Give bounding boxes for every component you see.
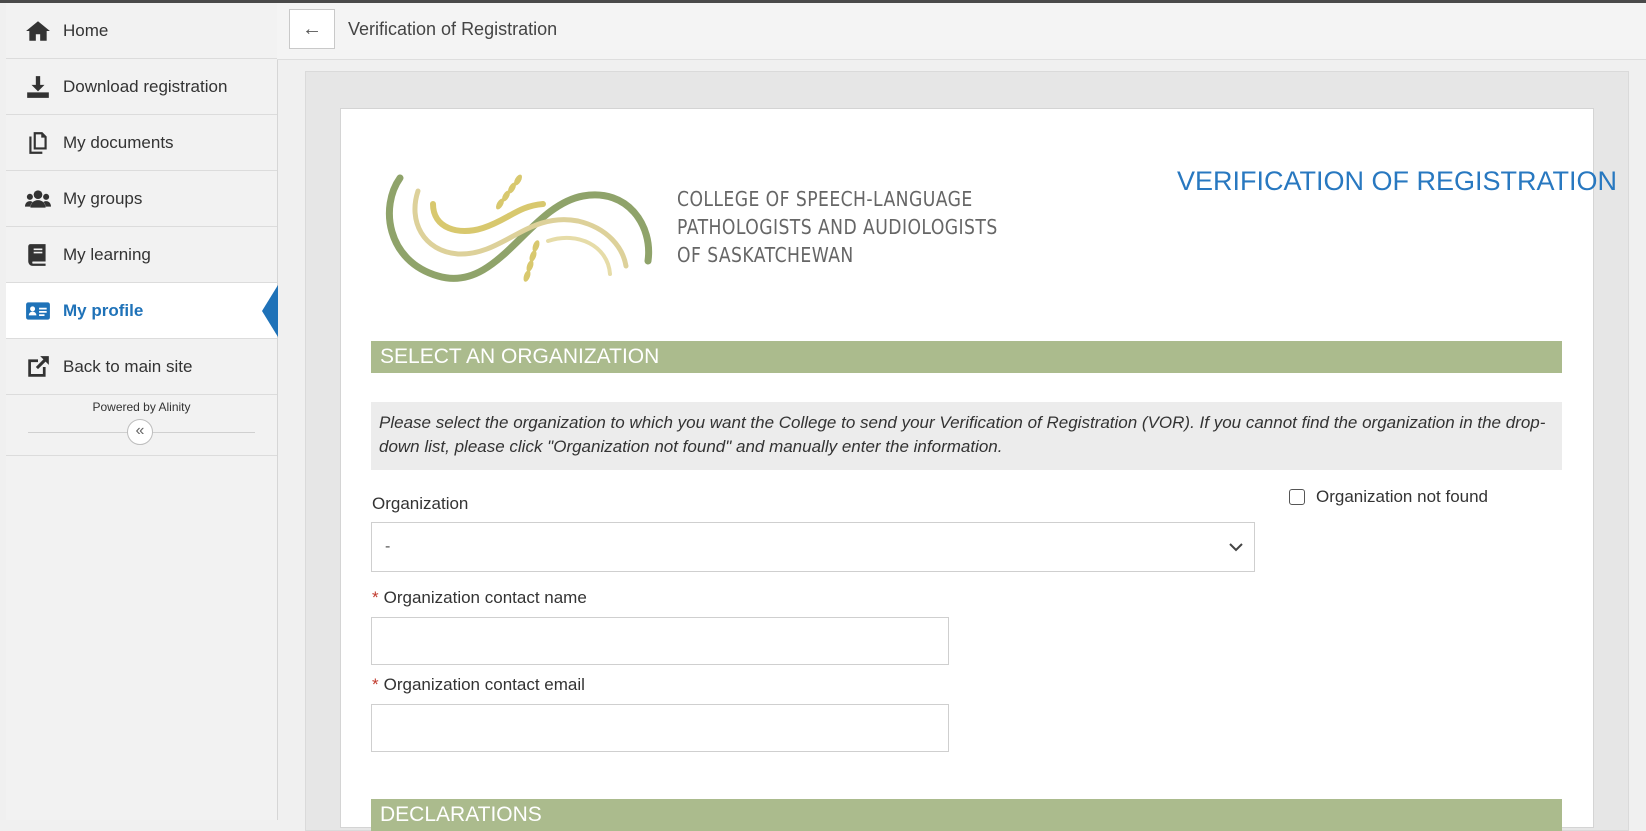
logo-line: College of Speech-Language <box>677 187 973 211</box>
required-marker: * <box>372 675 379 694</box>
download-icon <box>23 72 53 102</box>
sidebar: Home Download registration My documents … <box>6 3 278 820</box>
sidebar-item-back-to-main-site[interactable]: Back to main site <box>6 339 277 395</box>
contact-name-label: * Organization contact name <box>372 588 587 608</box>
chevron-down-icon <box>1229 543 1243 552</box>
college-logo-graphic <box>385 174 653 282</box>
home-icon <box>23 16 53 46</box>
organization-not-found-label: Organization not found <box>1316 487 1489 506</box>
contact-name-input[interactable] <box>371 617 949 665</box>
arrow-left-icon: ← <box>302 17 322 40</box>
sidebar-item-label: My profile <box>63 300 144 320</box>
sidebar-item-label: Download registration <box>63 76 228 96</box>
organization-not-found-checkbox[interactable] <box>1289 489 1305 505</box>
back-button[interactable]: ← <box>289 9 335 49</box>
page-header: ← Verification of Registration <box>277 3 1646 60</box>
collapse-sidebar-button[interactable]: « <box>127 419 153 445</box>
required-marker: * <box>372 588 379 607</box>
sidebar-item-label: My learning <box>63 244 151 264</box>
sidebar-item-my-learning[interactable]: My learning <box>6 227 277 283</box>
powered-by-text: Powered by Alinity <box>92 400 191 414</box>
contact-email-label: * Organization contact email <box>372 675 585 695</box>
powered-by-section: Powered by Alinity « <box>6 395 277 456</box>
organization-select[interactable]: - <box>371 522 1255 572</box>
page-title: Verification of Registration <box>348 19 558 39</box>
organization-not-found-option[interactable]: Organization not found <box>1289 487 1488 507</box>
organization-label: Organization <box>372 494 469 513</box>
id-card-icon <box>23 296 53 326</box>
sidebar-item-my-documents[interactable]: My documents <box>6 115 277 171</box>
section-header-declarations: DECLARATIONS <box>371 799 1562 831</box>
instructions-text: Please select the organization to which … <box>371 402 1562 470</box>
section-header-select-organization: SELECT AN ORGANIZATION <box>371 341 1562 373</box>
groups-icon <box>23 184 53 214</box>
sidebar-item-download-registration[interactable]: Download registration <box>6 59 277 115</box>
form-title: VERIFICATION OF REGISTRATION <box>1177 166 1618 196</box>
sidebar-item-my-profile[interactable]: My profile <box>6 283 278 339</box>
logo-line: of Saskatchewan <box>677 243 854 267</box>
logo-line: Pathologists and Audiologists <box>677 215 998 239</box>
book-icon <box>23 240 53 270</box>
sidebar-item-my-groups[interactable]: My groups <box>6 171 277 227</box>
documents-icon <box>23 128 53 158</box>
active-indicator <box>262 285 278 337</box>
sidebar-item-label: Back to main site <box>63 356 193 376</box>
sidebar-item-label: Home <box>63 20 109 40</box>
organization-select-value: - <box>385 538 391 555</box>
external-link-icon <box>23 352 53 382</box>
college-logo-text: College of Speech-Language Pathologists … <box>677 185 998 269</box>
contact-name-label-text: Organization contact name <box>383 588 587 607</box>
sidebar-item-label: My groups <box>63 188 143 208</box>
contact-email-input[interactable] <box>371 704 949 752</box>
sidebar-item-label: My documents <box>63 132 174 152</box>
contact-email-label-text: Organization contact email <box>383 675 585 694</box>
sidebar-item-home[interactable]: Home <box>6 3 277 59</box>
